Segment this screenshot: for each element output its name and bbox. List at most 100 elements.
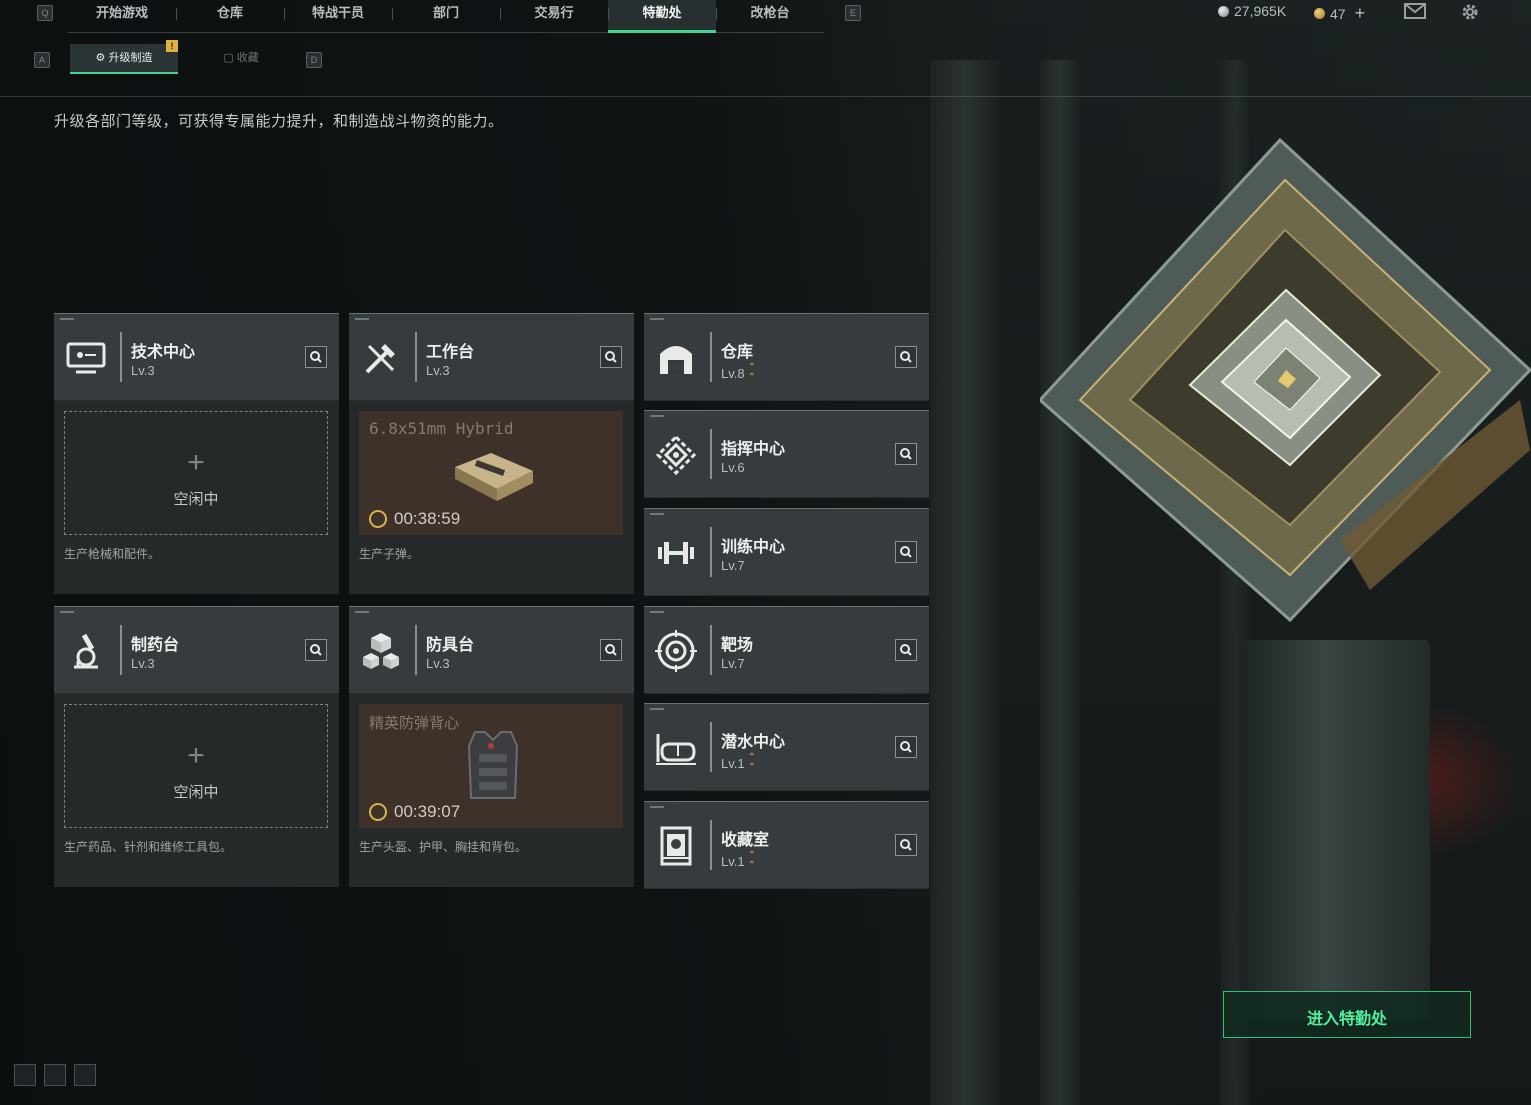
add-icon: +	[187, 446, 205, 479]
dept-name: 训练中心	[721, 539, 786, 556]
cubes-icon	[359, 629, 403, 673]
dept-level: Lv.3	[131, 363, 155, 378]
tools-icon	[359, 336, 403, 380]
production-description: 生产枪械和配件。	[64, 547, 161, 561]
cube-base	[1240, 640, 1430, 1020]
diving-mask-icon	[654, 726, 698, 770]
prev-tab-key[interactable]: Q	[37, 5, 53, 21]
dept-level: Lv.7	[721, 656, 745, 671]
production-description: 生产头盔、护甲、胸挂和背包。	[359, 840, 528, 854]
tab-operators[interactable]: 特战干员	[284, 0, 392, 30]
warning-badge: !	[166, 40, 178, 52]
producing-item-name: 6.8x51mm Hybrid	[369, 419, 514, 438]
inspect-search-icon[interactable]	[305, 639, 327, 661]
upgrade-available-icon: ⌃ ⌃	[747, 850, 756, 871]
dept-card-training-center[interactable]: 训练中心 Lv.7	[644, 508, 929, 595]
main-tabs: 开始游戏 仓库 特战干员 部门 交易行 特勤处 改枪台	[68, 0, 824, 33]
inspect-search-icon[interactable]	[305, 346, 327, 368]
dept-card-shooting-range[interactable]: 靶场 Lv.7	[644, 606, 929, 693]
dept-level: Lv.7	[721, 558, 745, 573]
subtab-upgrade-craft[interactable]: ⚙ 升级制造	[70, 44, 178, 74]
upgrade-available-icon: ⌃ ⌃	[747, 362, 756, 383]
top-navigation: Q 开始游戏 仓库 特战干员 部门 交易行 特勤处 改枪台 E 27,965K …	[0, 0, 1531, 33]
production-panel-workbench: 6.8x51mm Hybrid 00:38:59 生产子弹。	[349, 401, 634, 594]
mail-icon[interactable]	[1404, 2, 1426, 20]
dept-name: 防具台	[426, 637, 475, 654]
dept-level: Lv.3	[426, 656, 450, 671]
currency-coins: 27,965K	[1218, 3, 1286, 19]
prev-subtab-key[interactable]: A	[34, 52, 50, 68]
divider	[0, 96, 1531, 97]
chat-channel-icon[interactable]	[14, 1064, 36, 1086]
currency-premium: 47 +	[1314, 3, 1365, 24]
dept-name: 技术中心	[131, 344, 196, 361]
tab-gunsmith[interactable]: 改枪台	[716, 0, 824, 30]
tab-departments[interactable]: 部门	[392, 0, 500, 30]
dept-name: 工作台	[426, 344, 475, 361]
ammo-box-icon	[451, 445, 537, 510]
dept-card-command-center[interactable]: 指挥中心 Lv.6	[644, 410, 929, 497]
enter-special-ops-button[interactable]: 进入特勤处	[1223, 991, 1471, 1038]
dept-name: 靶场	[721, 637, 754, 654]
production-slot-busy[interactable]: 精英防弹背心 00:39:07	[359, 704, 623, 828]
premium-amount: 47	[1330, 5, 1346, 22]
add-icon: +	[187, 739, 205, 772]
producing-item-name: 精英防弹背心	[369, 715, 460, 732]
production-panel-armor: 精英防弹背心 00:39:07 生产头盔、护甲、胸挂和背包。	[349, 694, 634, 887]
dept-name: 收藏室	[721, 832, 770, 849]
inspect-search-icon[interactable]	[895, 443, 917, 465]
production-slot-busy[interactable]: 6.8x51mm Hybrid 00:38:59	[359, 411, 623, 535]
computer-icon	[64, 336, 108, 380]
dept-card-warehouse[interactable]: 仓库 Lv.8 ⌃ ⌃	[644, 313, 929, 400]
inspect-search-icon[interactable]	[895, 639, 917, 661]
coin-amount: 27,965K	[1234, 3, 1287, 19]
dept-name: 潜水中心	[721, 734, 786, 751]
chat-shortcuts	[14, 1064, 96, 1086]
collection-icon: ▢	[223, 52, 237, 64]
settings-gear-icon[interactable]	[1460, 2, 1482, 20]
inspect-search-icon[interactable]	[600, 346, 622, 368]
dept-level: Lv.6	[721, 460, 745, 475]
production-description: 生产子弹。	[359, 547, 420, 561]
clock-icon	[369, 803, 387, 821]
dept-level: Lv.8 ⌃ ⌃	[721, 362, 756, 383]
dept-level: Lv.3	[426, 363, 450, 378]
add-currency-button[interactable]: +	[1355, 3, 1366, 24]
dept-card-workbench[interactable]: 工作台 Lv.3	[349, 313, 634, 400]
cube-artwork	[1037, 120, 1531, 640]
vest-icon	[465, 728, 521, 813]
microscope-icon	[64, 629, 108, 673]
page-description: 升级各部门等级，可获得专属能力提升，和制造战斗物资的能力。	[54, 113, 504, 130]
inspect-search-icon[interactable]	[895, 346, 917, 368]
display-case-icon	[654, 824, 698, 868]
tab-start-game[interactable]: 开始游戏	[68, 0, 176, 30]
gold-coin-icon	[1314, 8, 1325, 19]
inspect-search-icon[interactable]	[895, 736, 917, 758]
chat-emote-icon[interactable]	[44, 1064, 66, 1086]
dept-card-armor-bench[interactable]: 防具台 Lv.3	[349, 606, 634, 693]
tab-special-ops[interactable]: 特勤处	[608, 0, 716, 33]
next-subtab-key[interactable]: D	[306, 52, 322, 68]
production-slot-idle[interactable]: + 空闲中	[64, 704, 328, 828]
production-panel-tech: + 空闲中 生产枪械和配件。	[54, 401, 339, 594]
inspect-search-icon[interactable]	[895, 834, 917, 856]
inspect-search-icon[interactable]	[895, 541, 917, 563]
next-tab-key[interactable]: E	[845, 5, 861, 21]
subtab-collection[interactable]: ▢ 收藏	[196, 44, 286, 72]
silver-coin-icon	[1218, 5, 1229, 17]
dept-name: 仓库	[721, 344, 754, 361]
warehouse-icon	[654, 336, 698, 380]
command-icon	[654, 433, 698, 477]
dept-card-collection-room[interactable]: 收藏室 Lv.1 ⌃ ⌃	[644, 801, 929, 888]
dumbbell-icon	[654, 531, 698, 575]
inspect-search-icon[interactable]	[600, 639, 622, 661]
dept-card-tech-center[interactable]: 技术中心 Lv.3	[54, 313, 339, 400]
dept-card-pharmacy[interactable]: 制药台 Lv.3	[54, 606, 339, 693]
chat-settings-icon[interactable]	[74, 1064, 96, 1086]
dept-card-diving-center[interactable]: 潜水中心 Lv.1 ⌃ ⌃	[644, 703, 929, 790]
production-slot-idle[interactable]: + 空闲中	[64, 411, 328, 535]
tab-warehouse[interactable]: 仓库	[176, 0, 284, 30]
production-description: 生产药品、针剂和维修工具包。	[64, 840, 233, 854]
tab-market[interactable]: 交易行	[500, 0, 608, 30]
slot-status: 空闲中	[173, 491, 219, 508]
